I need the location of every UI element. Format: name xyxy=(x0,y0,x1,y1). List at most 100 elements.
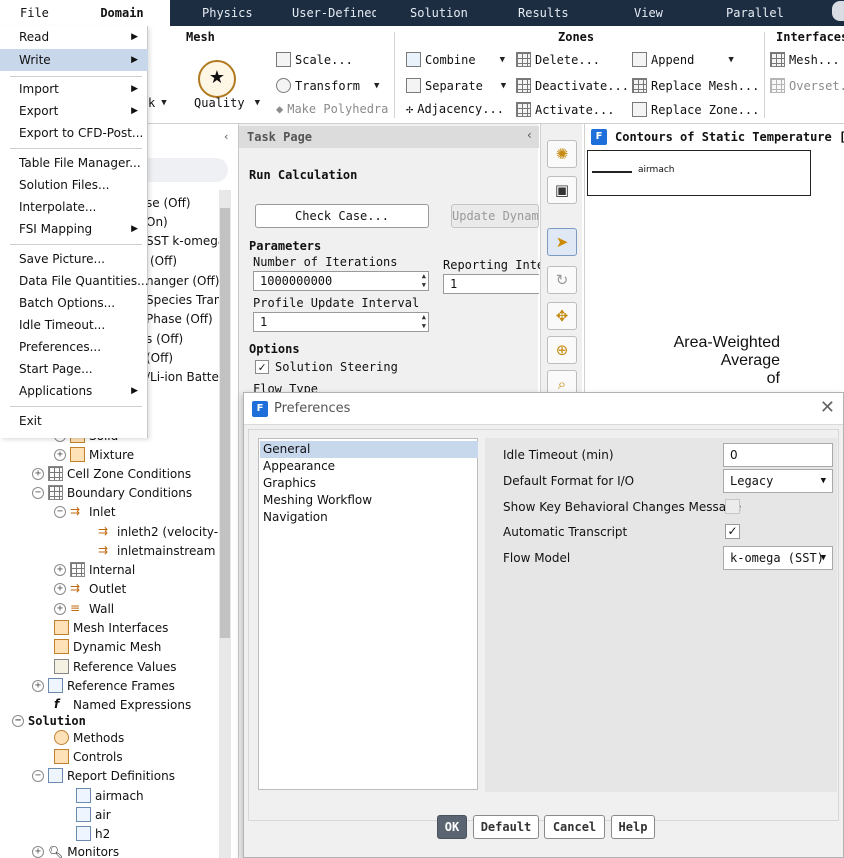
tab-parallel[interactable]: Parallel xyxy=(726,0,784,26)
iterations-input[interactable]: 1000000000 ▲ ▼ xyxy=(253,271,429,291)
expand-icon[interactable]: + xyxy=(54,448,66,461)
menu-item-export-cfd-post[interactable]: Export to CFD-Post... xyxy=(0,122,148,144)
tree-item-air[interactable]: air xyxy=(76,807,111,822)
tree-item-monitors[interactable]: + 🔍︎ Monitors xyxy=(32,845,119,858)
menu-item-batch-options[interactable]: Batch Options... xyxy=(0,292,148,314)
menu-item-solution-files[interactable]: Solution Files... xyxy=(0,174,148,196)
reporting-interval-input[interactable]: 1 xyxy=(443,274,539,294)
tree-item-controls[interactable]: Controls xyxy=(54,749,123,764)
spinner-icon[interactable]: ▲ ▼ xyxy=(422,272,426,290)
menu-item-table-file-manager[interactable]: Table File Manager... xyxy=(0,152,148,174)
tab-view[interactable]: View xyxy=(634,0,663,26)
category-general[interactable]: General xyxy=(260,441,478,458)
menu-item-read[interactable]: Read ▶ xyxy=(0,26,148,48)
category-appearance[interactable]: Appearance xyxy=(260,458,478,475)
tree-scrollbar[interactable] xyxy=(219,190,231,858)
tree-item-report-definitions[interactable]: − Report Definitions xyxy=(32,768,175,783)
expand-icon[interactable]: + xyxy=(54,563,66,576)
combine-button[interactable]: Combine ▼ xyxy=(406,52,505,67)
menu-item-idle-timeout[interactable]: Idle Timeout... xyxy=(0,314,148,336)
collapse-icon[interactable]: − xyxy=(32,486,44,499)
tree-item-outlet[interactable]: + ⇉ Outlet xyxy=(54,581,126,596)
tree-item[interactable]: On) xyxy=(146,215,168,229)
collapse-panel-icon[interactable]: ‹ xyxy=(224,130,228,143)
category-graphics[interactable]: Graphics xyxy=(260,475,478,492)
tree-item-reference-frames[interactable]: + Reference Frames xyxy=(32,678,175,693)
tree-item[interactable]: SST k-omega xyxy=(146,234,225,248)
pointer-icon[interactable]: ➤ xyxy=(547,228,577,256)
transform-button[interactable]: Transform ▼ xyxy=(276,78,379,93)
adjacency-button[interactable]: ✢ Adjacency... xyxy=(406,102,504,116)
tree-item-h2[interactable]: h2 xyxy=(76,826,110,841)
scale-button[interactable]: Scale... xyxy=(276,52,353,67)
mesh-interfaces-button[interactable]: Mesh... xyxy=(770,52,840,67)
collapse-icon[interactable]: − xyxy=(54,505,66,518)
tree-item-inletmainstream[interactable]: ⇉ inletmainstream (v xyxy=(98,543,231,558)
tree-item-boundary-conditions[interactable]: − Boundary Conditions xyxy=(32,485,192,500)
tree-item-cell-zone-conditions[interactable]: + Cell Zone Conditions xyxy=(32,466,191,481)
category-navigation[interactable]: Navigation xyxy=(260,509,478,526)
expand-icon[interactable]: + xyxy=(32,846,44,858)
ok-button[interactable]: OK xyxy=(437,815,467,839)
tree-item-named-expressions[interactable]: f Named Expressions xyxy=(54,697,191,712)
zoom-in-icon[interactable]: ⊕ xyxy=(547,336,577,364)
separate-button[interactable]: Separate ▼ xyxy=(406,78,506,93)
expand-icon[interactable]: + xyxy=(32,679,44,692)
io-format-select[interactable]: Legacy ▼ xyxy=(723,469,833,493)
collapse-panel-icon[interactable]: ‹ xyxy=(527,128,532,142)
tree-item-internal[interactable]: + Internal xyxy=(54,562,135,577)
solution-steering-checkbox[interactable]: ✓ Solution Steering xyxy=(255,360,398,374)
menu-item-interpolate[interactable]: Interpolate... xyxy=(0,196,148,218)
menu-item-import[interactable]: Import ▶ xyxy=(0,78,148,100)
tree-item-mesh-interfaces[interactable]: Mesh Interfaces xyxy=(54,620,168,635)
window-control[interactable] xyxy=(832,1,844,21)
tree-item[interactable]: Phase (Off) xyxy=(146,312,213,326)
expand-icon[interactable]: + xyxy=(32,467,44,480)
scrollbar-thumb[interactable] xyxy=(220,208,230,638)
menu-item-write[interactable]: Write ▶ xyxy=(0,49,148,71)
collapse-icon[interactable]: − xyxy=(32,769,44,782)
menu-file[interactable]: File xyxy=(0,0,74,26)
tree-item-inlet[interactable]: − ⇉ Inlet xyxy=(54,504,116,519)
menu-item-start-page[interactable]: Start Page... xyxy=(0,358,148,380)
menu-item-applications[interactable]: Applications ▶ xyxy=(0,380,148,402)
tree-item[interactable]: nanger (Off) xyxy=(146,274,219,288)
tree-item[interactable]: (Off) xyxy=(146,351,173,365)
tree-item-wall[interactable]: + ≡ Wall xyxy=(54,601,114,616)
idle-timeout-input[interactable]: 0 xyxy=(723,443,833,467)
tree-item-mixture[interactable]: + Mixture xyxy=(54,447,134,462)
profile-update-input[interactable]: 1 ▲ ▼ xyxy=(253,312,429,332)
tree-item-methods[interactable]: Methods xyxy=(54,730,124,745)
cancel-button[interactable]: Cancel xyxy=(544,815,605,839)
help-button[interactable]: Help xyxy=(611,815,655,839)
tab-domain[interactable]: Domain xyxy=(74,0,170,26)
tree-item-inleth2[interactable]: ⇉ inleth2 (velocity-in xyxy=(98,524,229,539)
menu-item-save-picture[interactable]: Save Picture... xyxy=(0,248,148,270)
automatic-transcript-checkbox[interactable]: ✓ xyxy=(725,524,740,539)
category-meshing-workflow[interactable]: Meshing Workflow xyxy=(260,492,478,509)
expand-icon[interactable]: + xyxy=(54,602,66,615)
tree-item-reference-values[interactable]: Reference Values xyxy=(54,659,176,674)
menu-item-export[interactable]: Export ▶ xyxy=(0,100,148,122)
tree-item[interactable]: /Li-ion Batter xyxy=(146,370,224,384)
quality-button[interactable]: Quality ▼ xyxy=(194,96,260,110)
tree-item[interactable]: (Off) xyxy=(150,254,177,268)
flow-model-select[interactable]: k-omega (SST) ▼ xyxy=(723,546,833,570)
tab-results[interactable]: Results xyxy=(518,0,569,26)
rotate-icon[interactable]: ↻ xyxy=(547,266,577,294)
tab-solution[interactable]: Solution xyxy=(410,0,468,26)
menu-item-preferences[interactable]: Preferences... xyxy=(0,336,148,358)
tab-user-defined[interactable]: User-Defined xyxy=(292,0,376,26)
deactivate-button[interactable]: Deactivate... xyxy=(516,78,629,93)
tree-section-solution[interactable]: − Solution xyxy=(12,714,86,728)
menu-item-data-file-quantities[interactable]: Data File Quantities... xyxy=(0,270,149,292)
tree-item[interactable]: s (Off) xyxy=(146,332,183,346)
tree-item[interactable]: se (Off) xyxy=(146,196,191,210)
close-icon[interactable]: ✕ xyxy=(820,397,835,418)
menu-item-fsi-mapping[interactable]: FSI Mapping ▶ xyxy=(0,218,148,240)
quality-icon[interactable]: ★ xyxy=(198,60,236,98)
replace-mesh-button[interactable]: Replace Mesh... xyxy=(632,78,759,93)
collapse-icon[interactable]: − xyxy=(12,715,24,727)
replace-zone-button[interactable]: Replace Zone... xyxy=(632,102,759,117)
pan-icon[interactable]: ✥ xyxy=(547,302,577,330)
